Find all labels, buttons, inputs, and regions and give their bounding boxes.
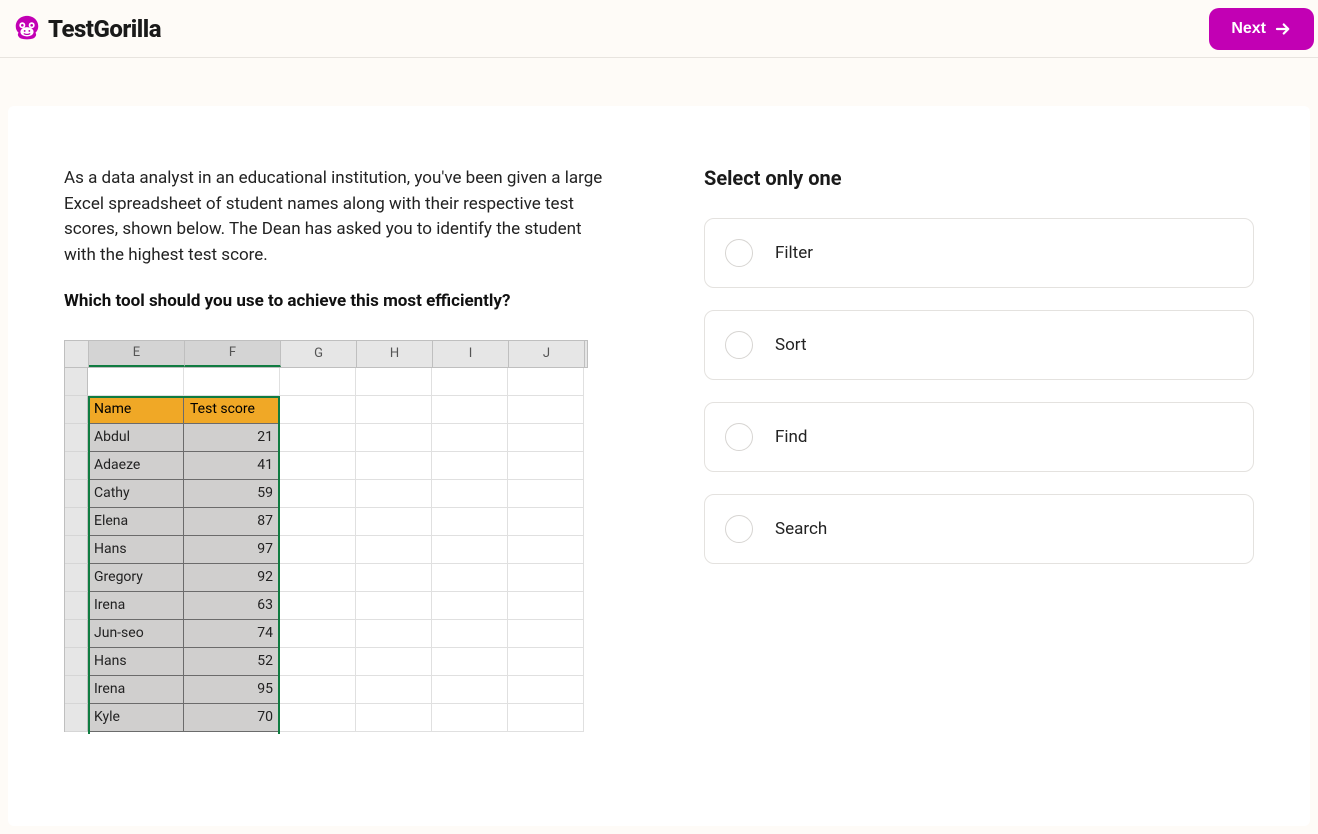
question-context: As a data analyst in an educational inst… bbox=[64, 166, 604, 268]
answer-option-search[interactable]: Search bbox=[704, 494, 1254, 564]
table-row: Name Test score bbox=[88, 396, 588, 424]
question-card: As a data analyst in an educational inst… bbox=[8, 106, 1310, 826]
answer-option-label: Find bbox=[775, 427, 808, 447]
table-header-score: Test score bbox=[184, 396, 280, 424]
excel-col-F: F bbox=[185, 341, 281, 367]
answer-option-label: Filter bbox=[775, 243, 813, 263]
excel-corner bbox=[65, 341, 89, 367]
radio-icon bbox=[725, 331, 753, 359]
radio-icon bbox=[725, 423, 753, 451]
excel-col-J: J bbox=[509, 341, 585, 367]
app-header: TestGorilla Next bbox=[0, 0, 1318, 58]
question-column: As a data analyst in an educational inst… bbox=[64, 166, 604, 766]
table-row: Elena87 bbox=[88, 508, 588, 536]
question-prompt: Which tool should you use to achieve thi… bbox=[64, 290, 604, 314]
table-row: Gregory92 bbox=[88, 564, 588, 592]
arrow-right-icon bbox=[1274, 20, 1292, 38]
answer-option-find[interactable]: Find bbox=[704, 402, 1254, 472]
table-header-name: Name bbox=[88, 396, 184, 424]
excel-col-E: E bbox=[89, 341, 185, 367]
table-row: Hans52 bbox=[88, 648, 588, 676]
page-body: As a data analyst in an educational inst… bbox=[0, 58, 1318, 834]
answer-option-sort[interactable]: Sort bbox=[704, 310, 1254, 380]
excel-row-headers bbox=[64, 368, 88, 732]
answer-instruction: Select only one bbox=[704, 166, 1254, 190]
excel-col-G: G bbox=[281, 341, 357, 367]
next-button-label: Next bbox=[1231, 20, 1266, 38]
next-button[interactable]: Next bbox=[1209, 8, 1314, 50]
answer-option-label: Search bbox=[775, 519, 827, 539]
answer-option-label: Sort bbox=[775, 335, 807, 355]
table-row: Cathy59 bbox=[88, 480, 588, 508]
excel-col-H: H bbox=[357, 341, 433, 367]
excel-column-headers: E F G H I J bbox=[64, 340, 588, 368]
answers-column: Select only one Filter Sort Find Search bbox=[704, 166, 1254, 766]
table-row: Hans97 bbox=[88, 536, 588, 564]
table-row: Irena63 bbox=[88, 592, 588, 620]
radio-icon bbox=[725, 239, 753, 267]
answer-option-filter[interactable]: Filter bbox=[704, 218, 1254, 288]
excel-body: Name Test score Abdul21 Adaeze41 Cathy59… bbox=[64, 368, 588, 732]
brand-name: TestGorilla bbox=[48, 15, 161, 43]
table-row: Jun-seo74 bbox=[88, 620, 588, 648]
radio-icon bbox=[725, 515, 753, 543]
gorilla-icon bbox=[12, 14, 42, 44]
excel-grid: Name Test score Abdul21 Adaeze41 Cathy59… bbox=[88, 368, 588, 732]
excel-col-I: I bbox=[433, 341, 509, 367]
excel-empty-row bbox=[88, 368, 588, 396]
table-row: Irena95 bbox=[88, 676, 588, 704]
question-image[interactable]: E F G H I J bbox=[64, 340, 588, 734]
table-row: Adaeze41 bbox=[88, 452, 588, 480]
table-row: Abdul21 bbox=[88, 424, 588, 452]
excel-mock: E F G H I J bbox=[64, 340, 588, 732]
table-row: Kyle70 bbox=[88, 704, 588, 732]
brand-logo: TestGorilla bbox=[12, 14, 161, 44]
